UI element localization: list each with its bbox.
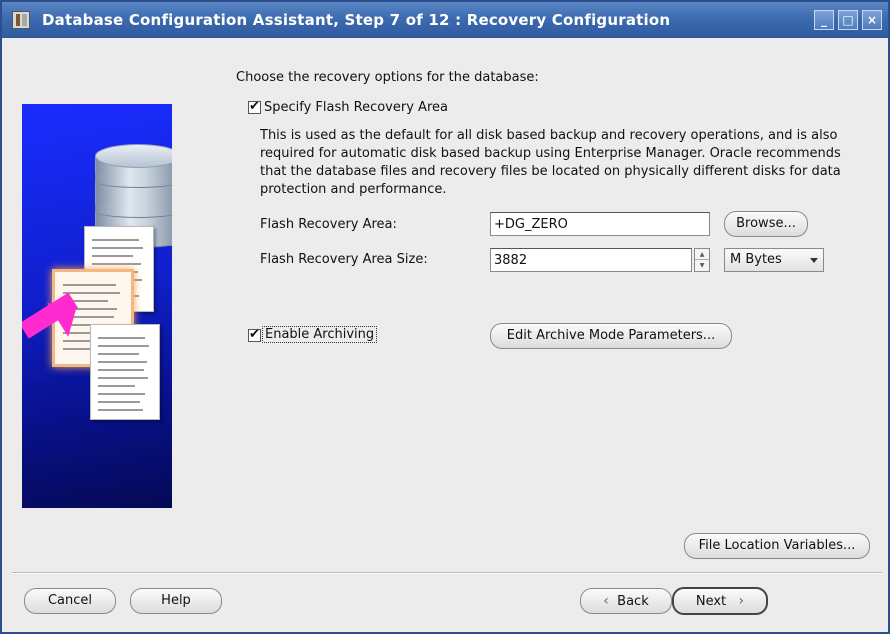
title-bar[interactable]: Database Configuration Assistant, Step 7… <box>2 2 888 38</box>
edit-archive-params-button[interactable]: Edit Archive Mode Parameters... <box>490 323 732 349</box>
flash-recovery-description: This is used as the default for all disk… <box>260 128 841 197</box>
back-button[interactable]: ‹ Back <box>580 588 672 614</box>
back-label: Back <box>617 594 649 609</box>
footer-separator <box>12 572 882 574</box>
browse-button[interactable]: Browse... <box>724 211 808 237</box>
cancel-button[interactable]: Cancel <box>24 588 116 614</box>
maximize-button[interactable]: □ <box>838 10 858 30</box>
chevron-down-icon <box>810 258 818 263</box>
flash-recovery-area-label: Flash Recovery Area: <box>260 217 397 232</box>
wizard-illustration <box>22 104 172 508</box>
window-title: Database Configuration Assistant, Step 7… <box>42 11 671 29</box>
recovery-options-prompt: Choose the recovery options for the data… <box>236 70 539 85</box>
chevron-left-icon: ‹ <box>603 593 609 609</box>
database-band <box>95 204 172 218</box>
enable-archiving-checkbox-label[interactable]: Enable Archiving <box>262 326 378 343</box>
dbca-window: Database Configuration Assistant, Step 7… <box>0 0 890 634</box>
flash-recovery-size-input[interactable] <box>490 248 692 272</box>
file-location-variables-button[interactable]: File Location Variables... <box>684 533 870 559</box>
size-spinner[interactable]: ▲ ▼ <box>694 248 710 272</box>
next-button[interactable]: Next › <box>672 587 768 615</box>
database-top <box>95 144 172 168</box>
size-unit-value: M Bytes <box>730 252 782 267</box>
flash-recovery-checkbox[interactable] <box>248 99 261 114</box>
close-button[interactable]: × <box>862 10 882 30</box>
flash-recovery-checkbox-label[interactable]: Specify Flash Recovery Area <box>264 100 448 115</box>
app-icon <box>12 11 30 29</box>
spinner-up-icon[interactable]: ▲ <box>695 249 709 260</box>
next-label: Next <box>695 594 727 609</box>
spinner-down-icon[interactable]: ▼ <box>695 260 709 271</box>
document-icon <box>90 324 160 420</box>
minimize-button[interactable]: _ <box>814 10 834 30</box>
size-unit-select[interactable]: M Bytes <box>724 248 824 272</box>
flash-recovery-area-input[interactable] <box>490 212 710 236</box>
enable-archiving-checkbox[interactable] <box>248 327 261 342</box>
help-button[interactable]: Help <box>130 588 222 614</box>
database-band <box>95 174 172 188</box>
chevron-right-icon: › <box>738 593 745 609</box>
flash-recovery-size-label: Flash Recovery Area Size: <box>260 252 428 267</box>
